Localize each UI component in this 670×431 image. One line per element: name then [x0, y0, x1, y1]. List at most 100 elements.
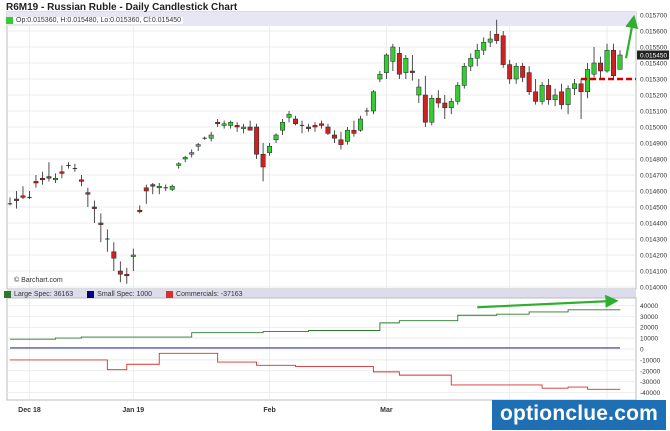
- candle-body: [33, 181, 39, 184]
- price-tick-label: 0.015700: [640, 13, 667, 20]
- price-tick-label: 0.015000: [640, 125, 667, 132]
- legend-label: Large Spec: 36163: [14, 291, 74, 298]
- candle-body: [293, 118, 298, 125]
- candle-body: [578, 83, 584, 93]
- candle-body: [344, 129, 350, 142]
- cot-tick-label: 0: [640, 347, 644, 354]
- candle-body: [260, 153, 266, 168]
- candle-body: [409, 70, 415, 73]
- candle-body: [156, 185, 162, 189]
- candle: [455, 82, 461, 105]
- price-tick-label: 0.014500: [640, 205, 667, 212]
- candle-body: [383, 54, 389, 73]
- x-tick-label: Feb: [263, 407, 275, 414]
- cot-tick-label: 30000: [640, 314, 658, 321]
- legend-commercials: Commercials: -37163: [166, 291, 243, 298]
- ohlc-readout: Op:0.015360, H:0.015480, Lo:0.015360, Cl…: [4, 17, 184, 24]
- price-tick-label: 0.015100: [640, 109, 667, 116]
- candle: [370, 90, 376, 115]
- candle-body: [461, 65, 467, 86]
- candle-body: [78, 179, 84, 182]
- candle-body: [396, 53, 402, 75]
- up-color-swatch: [6, 17, 13, 24]
- candle-body: [247, 126, 253, 131]
- candle-body: [598, 62, 603, 72]
- ohlc-readout-text: Op:0.015360, H:0.015480, Lo:0.015360, Cl…: [16, 17, 182, 24]
- candle-body: [429, 97, 435, 123]
- x-tick-label: Mar: [380, 407, 393, 414]
- legend-small-spec: Small Spec: 1000: [87, 291, 152, 298]
- candle-body: [416, 86, 422, 96]
- price-tick-label: 0.014700: [640, 173, 667, 180]
- price-tick-label: 0.014100: [640, 269, 667, 276]
- price-tick-label: 0.014800: [640, 157, 667, 164]
- candle-body: [117, 270, 123, 275]
- candle-body: [435, 97, 441, 104]
- candle-body: [552, 94, 558, 101]
- candle-body: [611, 49, 616, 77]
- candle-body: [254, 126, 260, 155]
- candle-body: [215, 121, 221, 125]
- brand-watermark: optionclue.com: [492, 400, 666, 430]
- candle-body: [39, 177, 45, 181]
- candle-body: [442, 102, 448, 109]
- cot-tick-label: -20000: [640, 368, 661, 375]
- candle-body: [500, 35, 506, 65]
- legend-label: Small Spec: 1000: [97, 291, 153, 298]
- candle-body: [494, 33, 500, 41]
- candle-body: [176, 163, 182, 166]
- candle-body: [617, 54, 623, 70]
- legend-swatch: [166, 291, 174, 298]
- price-tick-label: 0.014600: [640, 189, 667, 196]
- candle-body: [221, 123, 227, 126]
- candle: [429, 95, 435, 126]
- candle-body: [234, 125, 240, 128]
- candle-body: [533, 91, 539, 102]
- candle-body: [20, 195, 26, 198]
- cot-tick-label: 10000: [640, 336, 658, 343]
- candle-body: [539, 85, 545, 102]
- candle-body: [59, 171, 65, 174]
- candle-body: [182, 157, 188, 160]
- candle-body: [306, 126, 311, 129]
- candle-body: [228, 121, 234, 126]
- candle-body: [474, 49, 480, 59]
- cot-tick-label: -30000: [640, 379, 661, 386]
- price-tick-label: 0.014900: [640, 141, 667, 148]
- candle-body: [280, 121, 286, 131]
- legend-label: Commercials: -37163: [176, 291, 243, 298]
- candle-body: [150, 184, 156, 187]
- candle-body: [52, 177, 58, 181]
- x-tick-label: Dec 18: [18, 407, 41, 414]
- candle-body: [468, 57, 474, 67]
- candle-body: [195, 144, 201, 147]
- candle-body: [572, 83, 578, 89]
- price-tick-label: 0.014300: [640, 237, 667, 244]
- cot-tick-label: 40000: [640, 303, 658, 310]
- candle-body: [169, 185, 175, 190]
- price-tick-label: 0.015400: [640, 61, 667, 68]
- x-tick-label: Jan 19: [122, 407, 144, 414]
- chart-canvas: 0.015700 0.015600 0.015500 0.015400 0.015300…: [6, 11, 669, 414]
- price-tick-label: 0.014400: [640, 221, 667, 228]
- candle-body: [481, 41, 487, 51]
- candle: [461, 63, 467, 89]
- candle-body: [332, 134, 337, 139]
- legend-large-spec: Large Spec: 36163: [4, 291, 73, 298]
- candle: [254, 123, 260, 159]
- candle-body: [91, 206, 97, 209]
- candle-body: [455, 85, 461, 102]
- candle-body: [422, 94, 428, 123]
- cot-tick-label: 20000: [640, 325, 658, 332]
- cot-legend: Large Spec: 36163 Small Spec: 1000 Comme…: [4, 291, 243, 298]
- chart-title: R6M19 - Russian Ruble - Daily Candlestic…: [6, 2, 238, 13]
- candle-body: [604, 49, 610, 72]
- price-tick-label: 0.015200: [640, 93, 667, 100]
- candle-body: [319, 123, 324, 126]
- candle-body: [520, 65, 526, 78]
- candle-body: [448, 101, 454, 109]
- candle-body: [189, 152, 195, 155]
- candle-body: [14, 198, 19, 201]
- candle-body: [137, 209, 143, 213]
- legend-swatch: [4, 291, 11, 298]
